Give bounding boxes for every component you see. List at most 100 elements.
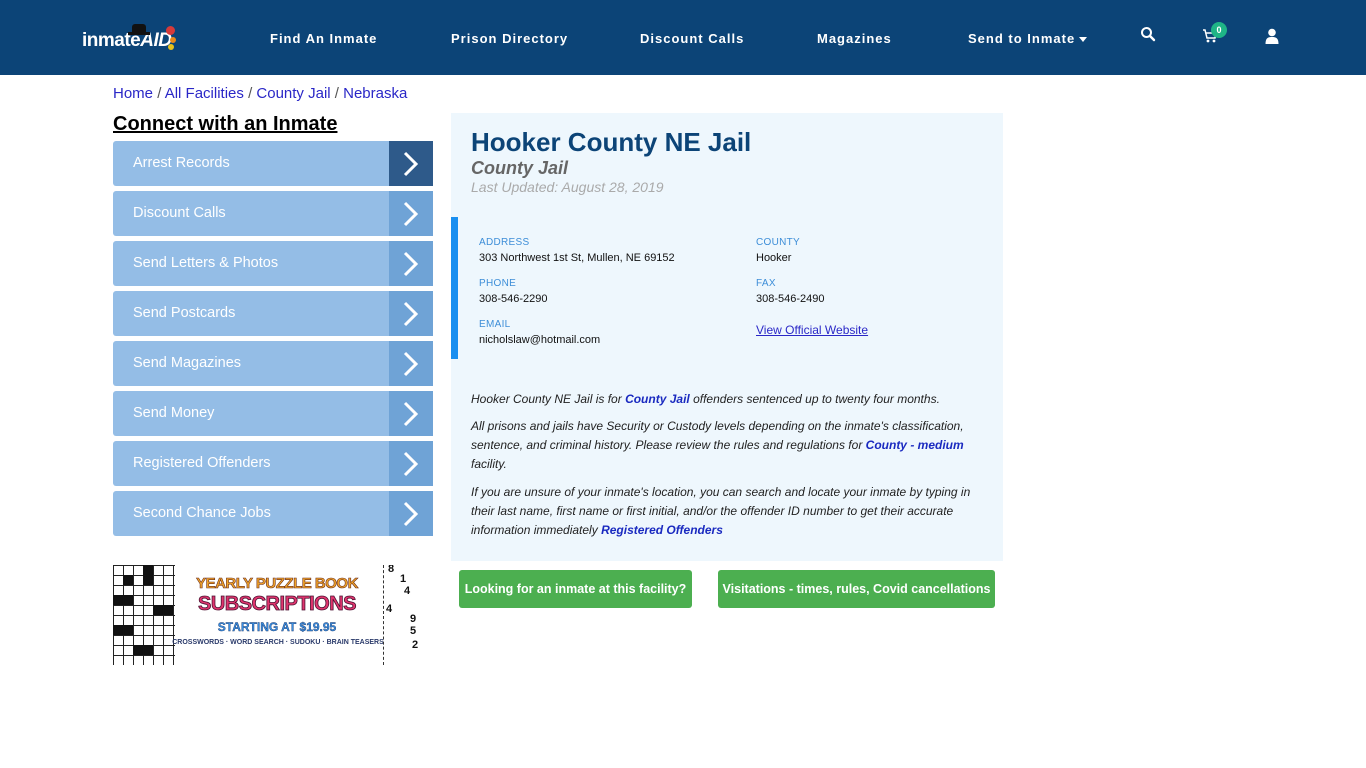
- county-value: Hooker: [756, 252, 792, 264]
- sudoku-digit: 8: [388, 565, 395, 575]
- facility-card: Hooker County NE Jail County Jail Last U…: [451, 113, 1003, 561]
- desc-text: offenders sentenced up to twenty four mo…: [689, 392, 940, 406]
- leaf-icon: [166, 26, 175, 35]
- phone-value: 308-546-2290: [479, 293, 548, 305]
- facility-description-2: All prisons and jails have Security or C…: [471, 417, 981, 474]
- view-official-website-link[interactable]: View Official Website: [756, 323, 868, 337]
- sidebar-item-send-postcards[interactable]: Send Postcards: [113, 291, 433, 336]
- fax-field: FAX 308-546-2490: [756, 278, 825, 305]
- county-medium-link[interactable]: County - medium: [866, 438, 964, 452]
- sidebar-item-arrest-records[interactable]: Arrest Records: [113, 141, 433, 186]
- facility-info-panel: ADDRESS 303 Northwest 1st St, Mullen, NE…: [451, 217, 1003, 359]
- crossword-black-cell: [133, 645, 153, 655]
- facility-description-3: If you are unsure of your inmate's locat…: [471, 483, 981, 540]
- breadcrumb-nebraska[interactable]: Nebraska: [343, 85, 407, 102]
- nav-find-an-inmate[interactable]: Find An Inmate: [270, 31, 377, 46]
- crossword-black-cell: [113, 595, 133, 605]
- last-updated: Last Updated: August 28, 2019: [471, 179, 664, 195]
- search-icon[interactable]: [1140, 26, 1160, 46]
- website-field: View Official Website: [756, 321, 868, 339]
- breadcrumb-county-jail[interactable]: County Jail: [256, 85, 330, 102]
- sudoku-grid-graphic: 8 1 4 4 9 5 2: [383, 565, 423, 665]
- nav-prison-directory[interactable]: Prison Directory: [451, 31, 568, 46]
- pilgrim-hat-brim-icon: [128, 32, 150, 35]
- desc-text: facility.: [471, 457, 507, 471]
- breadcrumb-home[interactable]: Home: [113, 85, 153, 102]
- chevron-right-icon: [389, 291, 433, 336]
- email-field: EMAIL nicholslaw@hotmail.com: [479, 319, 600, 346]
- sidebar-item-label: Send Magazines: [133, 355, 242, 371]
- leaf-icon: [170, 37, 176, 43]
- ad-price: STARTING AT $19.95: [217, 620, 337, 634]
- facility-description-1: Hooker County NE Jail is for County Jail…: [471, 390, 981, 409]
- sidebar-item-label: Arrest Records: [133, 155, 230, 171]
- ad-headline-main: SUBSCRIPTIONS: [198, 593, 357, 616]
- sidebar-item-label: Registered Offenders: [133, 455, 271, 471]
- fax-value: 308-546-2490: [756, 293, 825, 305]
- chevron-right-icon: [389, 191, 433, 236]
- breadcrumb-separator: /: [334, 85, 339, 102]
- chevron-right-icon: [389, 241, 433, 286]
- phone-label: PHONE: [479, 278, 517, 289]
- address-field: ADDRESS 303 Northwest 1st St, Mullen, NE…: [479, 237, 675, 264]
- sidebar-item-label: Send Postcards: [133, 305, 236, 321]
- nav-discount-calls[interactable]: Discount Calls: [640, 31, 744, 46]
- phone-field: PHONE 308-546-2290: [479, 278, 548, 305]
- sidebar-item-label: Discount Calls: [133, 205, 226, 221]
- sidebar-item-second-chance-jobs[interactable]: Second Chance Jobs: [113, 491, 433, 536]
- visitations-button[interactable]: Visitations - times, rules, Covid cancel…: [718, 570, 995, 608]
- ad-headline: YEARLY PUZZLE BOOK: [196, 575, 359, 593]
- breadcrumb-separator: /: [157, 85, 162, 102]
- sidebar-item-label: Send Letters & Photos: [133, 255, 279, 271]
- crossword-black-cell: [123, 575, 133, 585]
- county-field: COUNTY Hooker: [756, 237, 800, 264]
- chevron-right-icon: [389, 341, 433, 386]
- sidebar-item-label: Second Chance Jobs: [133, 505, 271, 521]
- desc-text: Hooker County NE Jail is for: [471, 392, 626, 406]
- ad-categories: CROSSWORDS · WORD SEARCH · SUDOKU · BRAI…: [172, 639, 384, 646]
- leaf-icon: [168, 44, 174, 50]
- sudoku-digit: 4: [386, 603, 393, 615]
- breadcrumb-separator: /: [248, 85, 253, 102]
- puzzle-book-ad-banner[interactable]: YEARLY PUZZLE BOOK SUBSCRIPTIONS STARTIN…: [113, 565, 423, 665]
- sudoku-digit: 9: [410, 613, 417, 625]
- sudoku-digit: 1: [400, 573, 407, 585]
- sudoku-digit: 2: [412, 639, 419, 651]
- sidebar-title: Connect with an Inmate: [113, 113, 338, 135]
- find-inmate-at-facility-button[interactable]: Looking for an inmate at this facility?: [459, 570, 692, 608]
- facility-type: County Jail: [471, 158, 569, 178]
- site-logo[interactable]: inmateAID: [82, 22, 182, 56]
- sidebar-item-send-letters-photos[interactable]: Send Letters & Photos: [113, 241, 433, 286]
- sidebar-item-send-magazines[interactable]: Send Magazines: [113, 341, 433, 386]
- address-label: ADDRESS: [479, 237, 530, 248]
- chevron-right-icon: [389, 391, 433, 436]
- sidebar-item-discount-calls[interactable]: Discount Calls: [113, 191, 433, 236]
- breadcrumb-all-facilities[interactable]: All Facilities: [165, 85, 244, 102]
- nav-magazines[interactable]: Magazines: [817, 31, 892, 46]
- caret-down-icon: [1079, 37, 1088, 43]
- sudoku-digit: 5: [410, 625, 417, 637]
- user-icon[interactable]: [1265, 28, 1285, 48]
- top-navbar: inmateAID Find An Inmate Prison Director…: [0, 0, 1366, 75]
- crossword-black-cell: [113, 625, 133, 635]
- sudoku-digit: 4: [404, 585, 411, 597]
- nav-send-to-inmate[interactable]: Send to Inmate: [968, 31, 1088, 46]
- county-label: COUNTY: [756, 237, 801, 248]
- crossword-black-cell: [143, 565, 153, 585]
- address-value: 303 Northwest 1st St, Mullen, NE 69152: [479, 252, 675, 264]
- chevron-right-icon: [389, 491, 433, 536]
- nav-send-to-inmate-label: Send to Inmate: [968, 31, 1076, 46]
- email-label: EMAIL: [479, 319, 511, 330]
- county-jail-link[interactable]: County Jail: [625, 392, 690, 406]
- fax-label: FAX: [756, 278, 776, 289]
- registered-offenders-link[interactable]: Registered Offenders: [601, 523, 723, 537]
- sidebar-item-label: Send Money: [133, 405, 215, 421]
- breadcrumb: Home / All Facilities / County Jail / Ne…: [113, 85, 407, 102]
- facility-name: Hooker County NE Jail: [471, 127, 752, 157]
- crossword-black-cell: [153, 605, 173, 615]
- chevron-right-icon: [389, 441, 433, 486]
- sidebar-item-registered-offenders[interactable]: Registered Offenders: [113, 441, 433, 486]
- cart-count-badge: 0: [1211, 22, 1227, 38]
- sidebar-item-send-money[interactable]: Send Money: [113, 391, 433, 436]
- chevron-right-icon: [389, 141, 433, 186]
